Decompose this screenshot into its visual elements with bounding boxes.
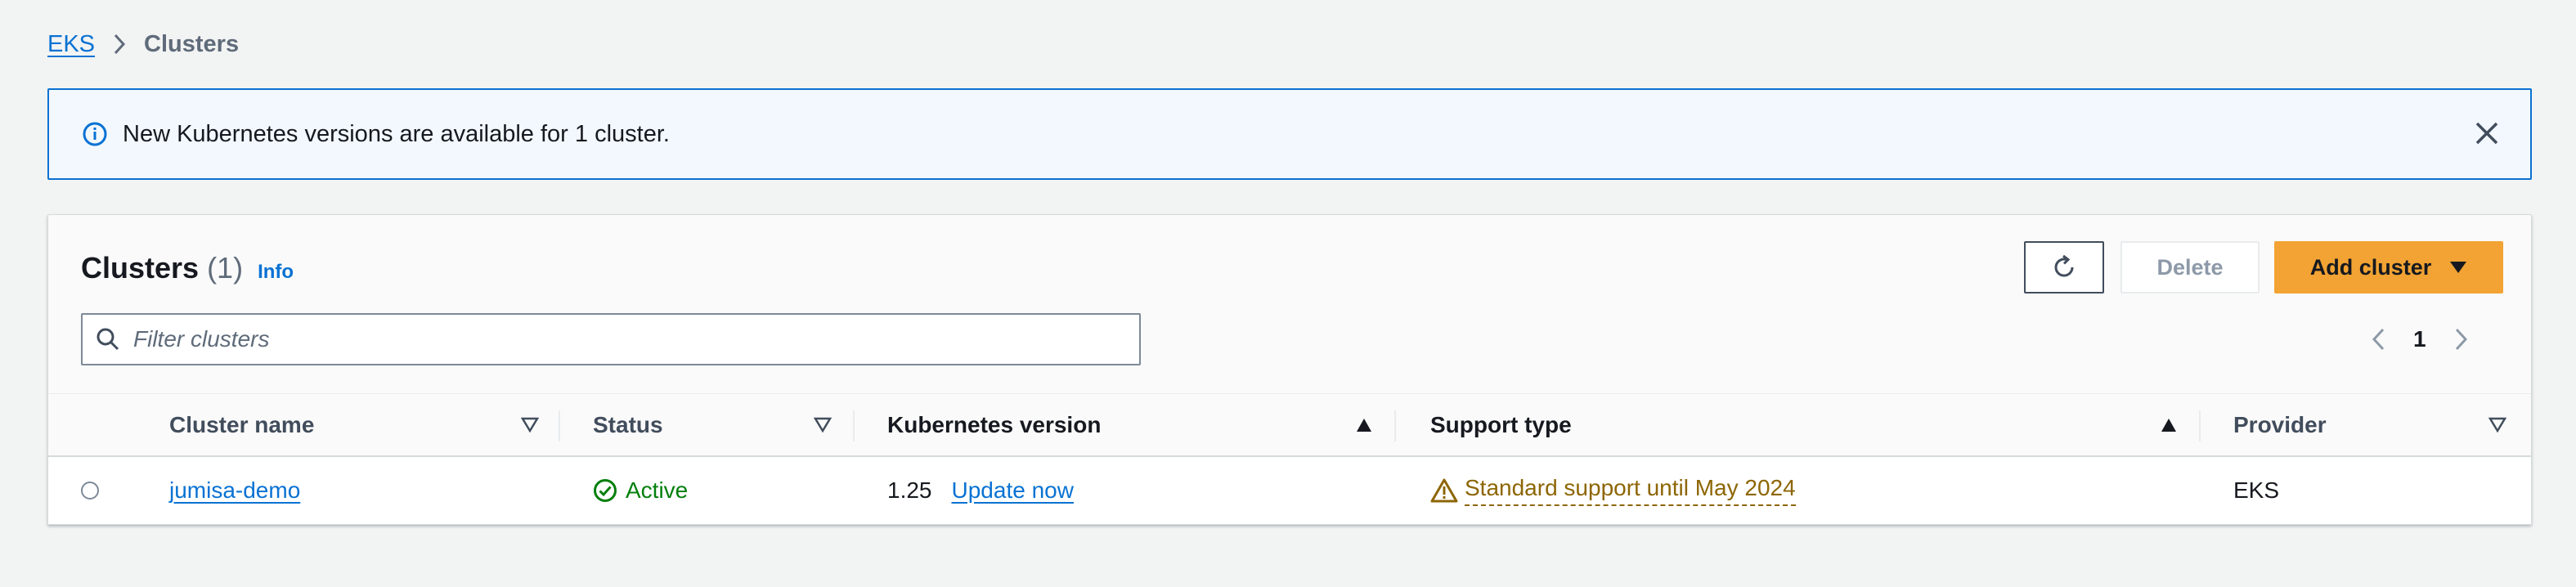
support-type-popover[interactable]: Standard support until May 2024 — [1430, 475, 1796, 506]
status-indicator: Active — [593, 477, 688, 504]
breadcrumb: EKS Clusters — [47, 28, 239, 60]
info-flash-banner: New Kubernetes versions are available fo… — [47, 88, 2532, 180]
panel-title: Clusters — [81, 251, 200, 285]
row-select-cell — [81, 457, 99, 524]
support-type-text: Standard support until May 2024 — [1465, 475, 1796, 506]
delete-button[interactable]: Delete — [2120, 241, 2260, 294]
sort-unsorted-icon[interactable] — [814, 417, 832, 433]
column-header-kubernetes-version[interactable]: Kubernetes version — [887, 394, 1101, 456]
column-divider[interactable] — [853, 410, 855, 441]
status-text: Active — [626, 477, 689, 503]
filter-search-box — [81, 313, 1141, 365]
panel-header: Clusters (1) Info — [81, 251, 294, 285]
pagination-next-icon[interactable] — [2454, 327, 2469, 352]
sort-ascending-icon[interactable] — [1355, 417, 1373, 433]
info-link[interactable]: Info — [258, 261, 294, 284]
breadcrumb-link-eks[interactable]: EKS — [47, 31, 95, 58]
breadcrumb-current: Clusters — [144, 30, 240, 57]
sort-ascending-icon[interactable] — [2160, 417, 2178, 433]
column-header-cluster-name[interactable]: Cluster name — [169, 394, 314, 456]
support-type-cell: Standard support until May 2024 — [1430, 457, 1796, 524]
close-icon[interactable] — [2473, 119, 2501, 147]
warning-icon — [1430, 478, 1458, 503]
table-header: Cluster name Status Kubernetes version S… — [48, 393, 2531, 457]
column-divider[interactable] — [559, 410, 560, 441]
add-cluster-label: Add cluster — [2309, 254, 2432, 280]
provider-cell: EKS — [2233, 457, 2279, 524]
pagination: 1 — [2371, 320, 2469, 359]
refresh-icon — [2050, 253, 2078, 281]
column-divider[interactable] — [1394, 410, 1396, 441]
column-header-provider[interactable]: Provider — [2233, 394, 2327, 456]
flash-message: New Kubernetes versions are available fo… — [123, 120, 670, 147]
info-icon — [82, 121, 108, 147]
clusters-panel: Clusters (1) Info Delete Add cluster Fil… — [47, 214, 2532, 525]
caret-down-icon — [2449, 261, 2467, 274]
table-row: jumisa-demo Active 1.25 Update now Stand… — [48, 457, 2531, 524]
check-circle-icon — [593, 478, 617, 503]
row-select-radio[interactable] — [81, 482, 99, 500]
filter-clusters-input[interactable] — [132, 325, 1100, 353]
cluster-count: (1) — [207, 251, 244, 285]
kubernetes-version: 1.25 — [887, 477, 932, 503]
pagination-prev-icon[interactable] — [2371, 327, 2385, 352]
cluster-name-cell: jumisa-demo — [169, 457, 300, 524]
kubernetes-version-cell: 1.25 Update now — [887, 457, 1074, 524]
column-divider[interactable] — [2199, 410, 2201, 441]
status-cell: Active — [593, 457, 688, 524]
update-now-link[interactable]: Update now — [952, 477, 1074, 504]
add-cluster-button[interactable]: Add cluster — [2274, 241, 2503, 294]
column-header-support-type[interactable]: Support type — [1430, 394, 1572, 456]
column-header-status[interactable]: Status — [593, 394, 663, 456]
provider-text: EKS — [2233, 477, 2280, 503]
cluster-name-link[interactable]: jumisa-demo — [169, 477, 300, 504]
pagination-page-1[interactable]: 1 — [2413, 326, 2426, 352]
sort-unsorted-icon[interactable] — [2488, 417, 2506, 433]
sort-unsorted-icon[interactable] — [521, 417, 539, 433]
search-icon — [96, 327, 120, 352]
chevron-right-icon — [113, 33, 126, 56]
refresh-button[interactable] — [2024, 241, 2104, 294]
